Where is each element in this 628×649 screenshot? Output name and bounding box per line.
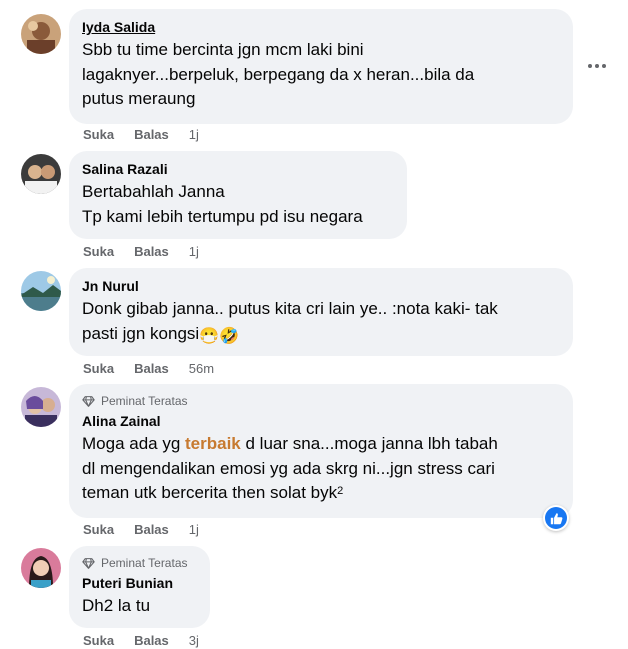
comment-line: lagaknyer...berpeluk, berpegang da x her… [82, 64, 475, 84]
avatar[interactable] [21, 271, 61, 311]
comment-line: Donk gibab janna.. putus kita cri lain y… [82, 299, 498, 318]
thumbs-up-icon [545, 507, 567, 529]
comment-text: Moga ada yg terbaik d luar sna...moga ja… [82, 432, 560, 506]
reply-button[interactable]: Balas [134, 361, 169, 376]
badge-label: Peminat Teratas [101, 394, 188, 408]
timestamp[interactable]: 3j [189, 633, 199, 648]
comment-bubble: Salina Razali Bertabahlah Janna Tp kami … [69, 151, 407, 239]
comment-line: dl mengendalikan emosi yg ada skrg ni...… [82, 458, 495, 478]
timestamp[interactable]: 1j [189, 522, 199, 537]
comment-bubble: Peminat Teratas Puteri Bunian Dh2 la tu [69, 546, 210, 628]
timestamp[interactable]: 1j [189, 127, 199, 142]
comment-text-segment: teman utk bercerita then solat byk [82, 483, 338, 502]
comment-text-segment: d luar sna...moga janna lbh tabah [240, 434, 498, 453]
like-button[interactable]: Suka [83, 127, 114, 142]
comment-text: Donk gibab janna.. putus kita cri lain y… [82, 297, 560, 349]
emoji: 😷🤣 [199, 327, 240, 345]
comment-line: teman utk bercerita then solat byk2 [82, 481, 560, 506]
comment-line: Tp kami lebih tertumpu pd isu negara [82, 206, 363, 226]
comment-text: Dh2 la tu [82, 594, 197, 619]
avatar[interactable] [21, 387, 61, 427]
comment-bubble: Iyda Salida Sbb tu time bercinta jgn mcm… [69, 9, 573, 124]
badge-label: Peminat Teratas [101, 556, 188, 570]
avatar[interactable] [21, 548, 61, 588]
comment-author[interactable]: Jn Nurul [82, 277, 560, 295]
comment-line: Dh2 la tu [82, 596, 151, 615]
like-button[interactable]: Suka [83, 522, 114, 537]
comment-author[interactable]: Alina Zainal [82, 412, 560, 430]
reply-button[interactable]: Balas [134, 127, 169, 142]
comment-actions: Suka Balas 56m [83, 361, 214, 376]
top-fan-badge: Peminat Teratas [82, 555, 197, 571]
reply-button[interactable]: Balas [134, 244, 169, 259]
comment-actions: Suka Balas 1j [83, 127, 199, 142]
comment-line: pasti jgn kongsi😷🤣 [82, 322, 560, 350]
comment-text: Bertabahlah Janna Tp kami lebih tertumpu… [82, 180, 394, 229]
comment-line: Sbb tu time bercinta jgn mcm laki bini [82, 40, 364, 59]
avatar[interactable] [21, 14, 61, 54]
comment-actions: Suka Balas 1j [83, 522, 199, 537]
avatar[interactable] [21, 154, 61, 194]
comment-line: putus meraung [82, 89, 196, 108]
comment-bubble: Jn Nurul Donk gibab janna.. putus kita c… [69, 268, 573, 356]
comment-author[interactable]: Salina Razali [82, 160, 394, 178]
diamond-icon [82, 395, 95, 407]
like-button[interactable]: Suka [83, 361, 114, 376]
comment-bubble: Peminat Teratas Alina Zainal Moga ada yg… [69, 384, 573, 518]
comment-author[interactable]: Iyda Salida [82, 18, 560, 36]
timestamp[interactable]: 56m [189, 361, 214, 376]
reply-button[interactable]: Balas [134, 633, 169, 648]
comment-actions: Suka Balas 1j [83, 244, 199, 259]
comment-line: Moga ada yg terbaik d luar sna...moga ja… [82, 432, 560, 457]
comment-text: Sbb tu time bercinta jgn mcm laki bini l… [82, 38, 560, 112]
timestamp[interactable]: 1j [189, 244, 199, 259]
reaction-badge[interactable] [543, 505, 569, 531]
like-button[interactable]: Suka [83, 633, 114, 648]
comment-text-segment: pasti jgn kongsi [82, 323, 200, 343]
superscript: 2 [337, 485, 344, 497]
comment-actions: Suka Balas 3j [83, 633, 199, 648]
reply-button[interactable]: Balas [134, 522, 169, 537]
comment-author[interactable]: Puteri Bunian [82, 574, 197, 592]
more-options-icon[interactable] [585, 58, 609, 74]
comment-text-segment: Moga ada yg [82, 434, 186, 453]
diamond-icon [82, 557, 95, 569]
highlighted-word[interactable]: terbaik [185, 434, 241, 453]
top-fan-badge: Peminat Teratas [82, 393, 560, 409]
comment-line: Bertabahlah Janna [82, 182, 225, 201]
like-button[interactable]: Suka [83, 244, 114, 259]
